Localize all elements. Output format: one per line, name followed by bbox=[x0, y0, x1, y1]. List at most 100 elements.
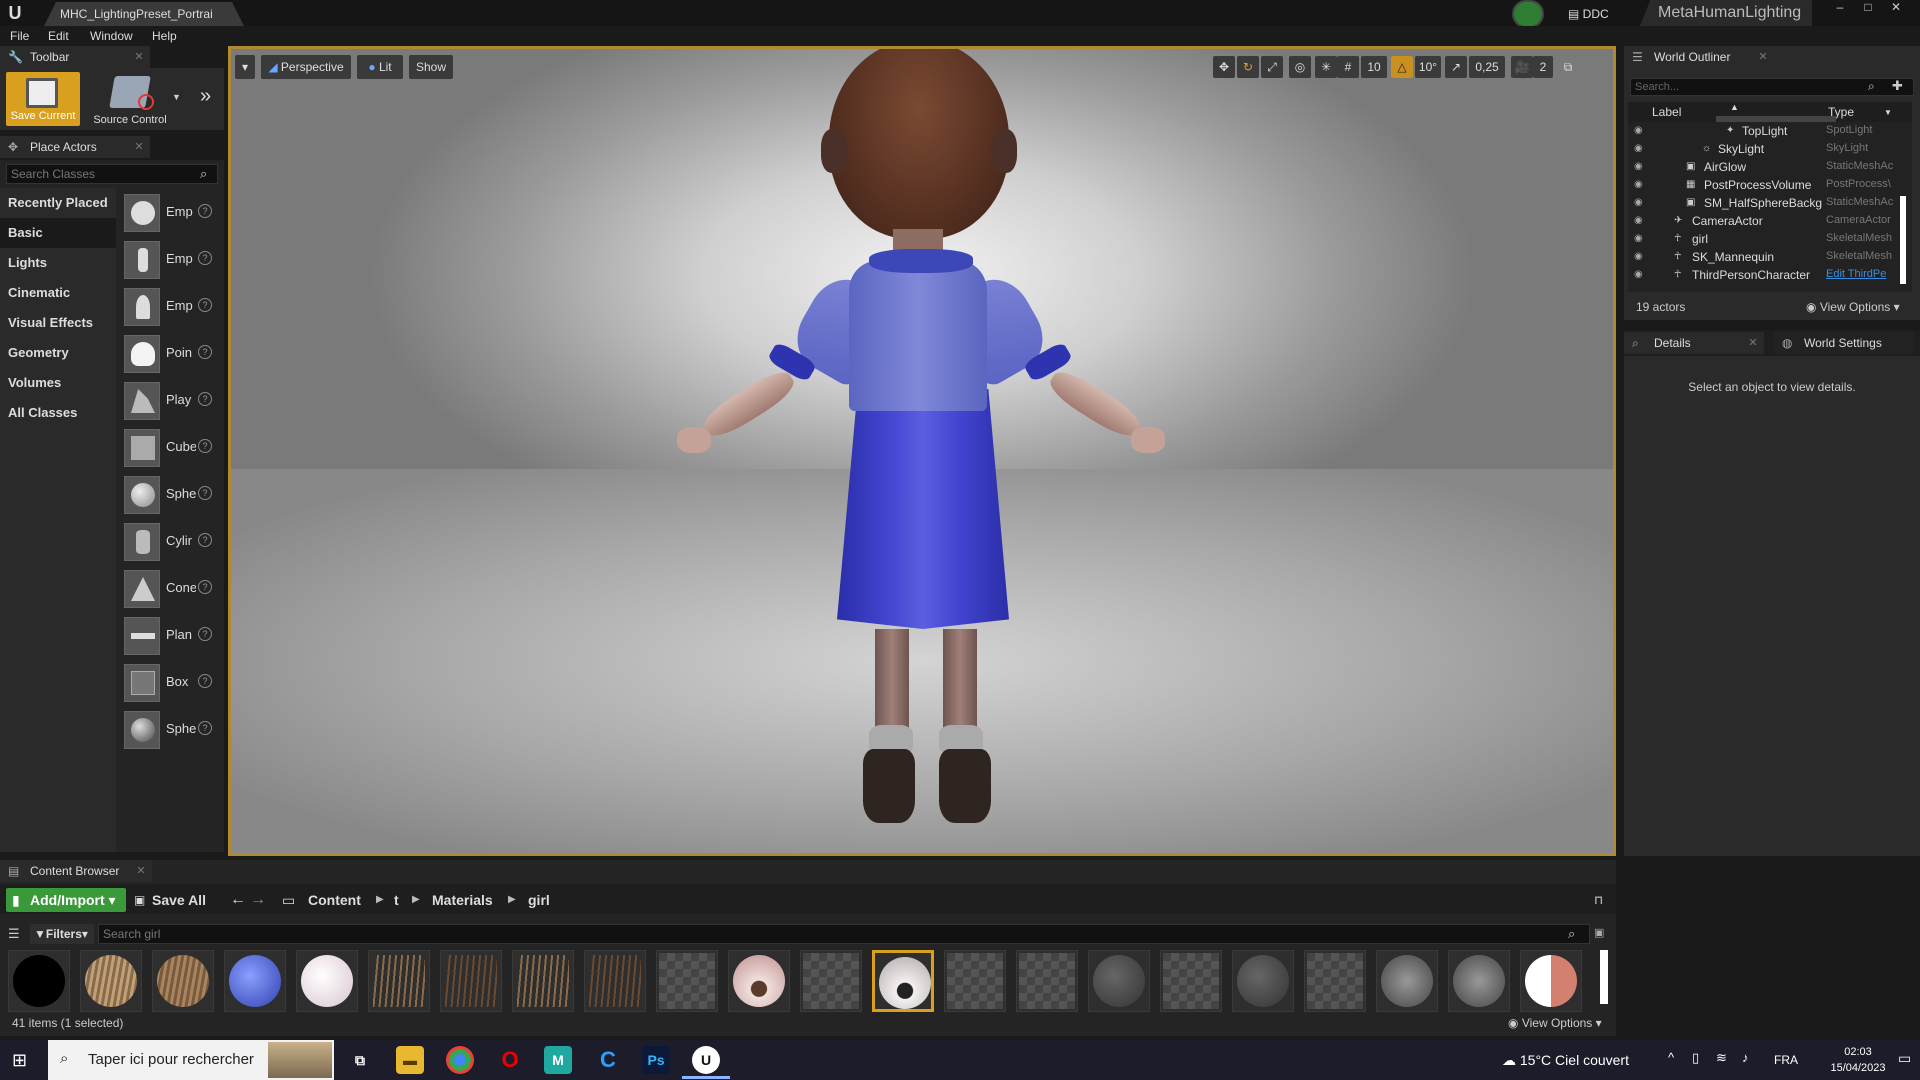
asset-tile[interactable] bbox=[1376, 950, 1438, 1012]
chevron-down-icon[interactable]: ▼ bbox=[1884, 108, 1892, 117]
breadcrumb-girl[interactable]: girl bbox=[528, 888, 550, 912]
menu-edit[interactable]: Edit bbox=[48, 26, 69, 46]
eye-icon[interactable]: ◉ bbox=[1634, 197, 1648, 209]
help-icon[interactable]: ? bbox=[198, 486, 212, 500]
source-control-status-icon[interactable] bbox=[1512, 0, 1544, 28]
save-search-icon[interactable]: ▣ bbox=[1594, 926, 1610, 942]
ddc-indicator[interactable]: ▤ DDC bbox=[1568, 4, 1628, 24]
content-search-input[interactable]: Search girl bbox=[98, 924, 1590, 944]
close-tab-icon[interactable]: ✕ bbox=[132, 46, 146, 68]
chevron-down-icon[interactable]: ▼ bbox=[172, 92, 184, 102]
category-geometry[interactable]: Geometry bbox=[0, 338, 116, 368]
grid-snap-icon[interactable]: # bbox=[1337, 56, 1359, 78]
help-icon[interactable]: ? bbox=[198, 251, 212, 265]
asset-tile[interactable] bbox=[152, 950, 214, 1012]
help-icon[interactable]: ? bbox=[198, 580, 212, 594]
column-label[interactable]: Label bbox=[1652, 105, 1681, 119]
history-back-icon[interactable]: ← bbox=[230, 888, 246, 912]
asset-tile[interactable] bbox=[440, 950, 502, 1012]
taskbar-clock[interactable]: 02:03 15/04/2023 bbox=[1820, 1044, 1896, 1076]
asset-tile[interactable] bbox=[800, 950, 862, 1012]
sources-panel-icon[interactable]: ☰ bbox=[8, 926, 24, 942]
search-highlight-image[interactable] bbox=[268, 1042, 332, 1078]
source-control-button[interactable]: Source Control bbox=[84, 72, 176, 126]
help-icon[interactable]: ? bbox=[198, 298, 212, 312]
help-icon[interactable]: ? bbox=[198, 439, 212, 453]
rotate-icon[interactable]: ↻ bbox=[1237, 56, 1259, 78]
asset-tile[interactable] bbox=[296, 950, 358, 1012]
close-tab-icon[interactable]: ✕ bbox=[1756, 46, 1770, 68]
expand-toolbar-icon[interactable]: » bbox=[200, 86, 220, 106]
category-lights[interactable]: Lights bbox=[0, 248, 116, 278]
save-all-button[interactable]: ▣ Save All bbox=[134, 888, 220, 912]
camera-speed-value[interactable]: 2 bbox=[1533, 56, 1553, 78]
outliner-row[interactable]: ◉ ☥ SK_Mannequin SkeletalMesh bbox=[1628, 248, 1912, 266]
file-explorer-icon[interactable]: ▬ bbox=[396, 1046, 424, 1074]
help-icon[interactable]: ? bbox=[198, 627, 212, 641]
actor-item[interactable]: Plan ? bbox=[118, 613, 222, 659]
rotation-snap-icon[interactable]: △ bbox=[1391, 56, 1413, 78]
close-tab-icon[interactable]: ✕ bbox=[132, 136, 146, 158]
help-icon[interactable]: ? bbox=[198, 721, 212, 735]
scale-icon[interactable]: ⤢ bbox=[1261, 56, 1283, 78]
category-visual-effects[interactable]: Visual Effects bbox=[0, 308, 116, 338]
maximize-button[interactable]: □ bbox=[1854, 0, 1882, 16]
breadcrumb-separator-icon[interactable]: ▶ bbox=[376, 888, 384, 912]
asset-tile[interactable] bbox=[1016, 950, 1078, 1012]
add-import-button[interactable]: ▮ Add/Import ▾ bbox=[6, 888, 126, 912]
asset-tile-selected[interactable] bbox=[872, 950, 934, 1012]
category-volumes[interactable]: Volumes bbox=[0, 368, 116, 398]
input-language[interactable]: FRA bbox=[1774, 1050, 1804, 1070]
asset-tile[interactable] bbox=[656, 950, 718, 1012]
surface-snap-icon[interactable]: ✳ bbox=[1315, 56, 1337, 78]
viewport-options-button[interactable]: ▾ bbox=[235, 55, 255, 79]
perspective-button[interactable]: ◢ Perspective bbox=[261, 55, 351, 79]
actor-item[interactable]: Emp ? bbox=[118, 190, 222, 236]
windows-start-icon[interactable]: ⊞ bbox=[12, 1050, 32, 1070]
rotation-snap-value[interactable]: 10° bbox=[1415, 56, 1441, 78]
asset-tile[interactable] bbox=[944, 950, 1006, 1012]
level-viewport[interactable]: ▾ ◢ Perspective ● Lit Show ✥ ↻ ⤢ ◎ ✳ # 1… bbox=[228, 46, 1616, 856]
help-icon[interactable]: ? bbox=[198, 674, 212, 688]
history-forward-icon[interactable]: → bbox=[250, 888, 266, 912]
add-folder-icon[interactable]: ✚ bbox=[1892, 78, 1908, 94]
close-tab-icon[interactable]: ✕ bbox=[134, 860, 148, 882]
actor-item[interactable]: Emp ? bbox=[118, 237, 222, 283]
actor-item[interactable]: Box ? bbox=[118, 660, 222, 706]
actor-item[interactable]: Cone ? bbox=[118, 566, 222, 612]
save-current-button[interactable]: Save Current bbox=[6, 72, 80, 126]
close-window-button[interactable]: ✕ bbox=[1882, 0, 1910, 16]
sort-ascending-icon[interactable]: ▲ bbox=[1730, 102, 1739, 112]
show-button[interactable]: Show bbox=[409, 55, 453, 79]
outliner-view-options-button[interactable]: ◉ View Options ▾ bbox=[1806, 300, 1914, 316]
asset-tile[interactable] bbox=[1304, 950, 1366, 1012]
chevron-up-icon[interactable]: ^ bbox=[1668, 1050, 1674, 1065]
help-icon[interactable]: ? bbox=[198, 392, 212, 406]
wifi-icon[interactable]: ≋ bbox=[1716, 1050, 1727, 1066]
category-cinematic[interactable]: Cinematic bbox=[0, 278, 116, 308]
category-basic[interactable]: Basic bbox=[0, 218, 116, 248]
eye-icon[interactable]: ◉ bbox=[1634, 125, 1648, 137]
battery-icon[interactable]: ▯ bbox=[1692, 1050, 1699, 1066]
opera-icon[interactable]: O bbox=[496, 1046, 524, 1074]
asset-tile[interactable] bbox=[584, 950, 646, 1012]
filters-button[interactable]: ▼Filters▾ bbox=[30, 924, 94, 944]
breadcrumb-materials[interactable]: Materials bbox=[432, 888, 493, 912]
unreal-engine-icon[interactable]: U bbox=[692, 1046, 720, 1074]
eye-icon[interactable]: ◉ bbox=[1634, 179, 1648, 191]
outliner-row[interactable]: ◉ ✦ TopLight SpotLight bbox=[1628, 122, 1912, 140]
scale-snap-icon[interactable]: ↗ bbox=[1445, 56, 1467, 78]
lock-icon[interactable]: ⊓ bbox=[1594, 888, 1604, 912]
help-icon[interactable]: ? bbox=[198, 204, 212, 218]
volume-icon[interactable]: ♪ bbox=[1742, 1050, 1749, 1065]
actor-item[interactable]: Cube ? bbox=[118, 425, 222, 471]
document-tab[interactable]: MHC_LightingPreset_Portrai bbox=[44, 2, 244, 26]
chrome-icon[interactable] bbox=[446, 1046, 474, 1074]
outliner-row[interactable]: ◉ ▦ PostProcessVolume PostProcess\ bbox=[1628, 176, 1912, 194]
minimize-button[interactable]: – bbox=[1826, 0, 1854, 16]
help-icon[interactable]: ? bbox=[198, 345, 212, 359]
outliner-row[interactable]: ◉ ✈ CameraActor CameraActor bbox=[1628, 212, 1912, 230]
eye-icon[interactable]: ◉ bbox=[1634, 251, 1648, 263]
scale-snap-value[interactable]: 0,25 bbox=[1469, 56, 1505, 78]
actor-item[interactable]: Play ? bbox=[118, 378, 222, 424]
